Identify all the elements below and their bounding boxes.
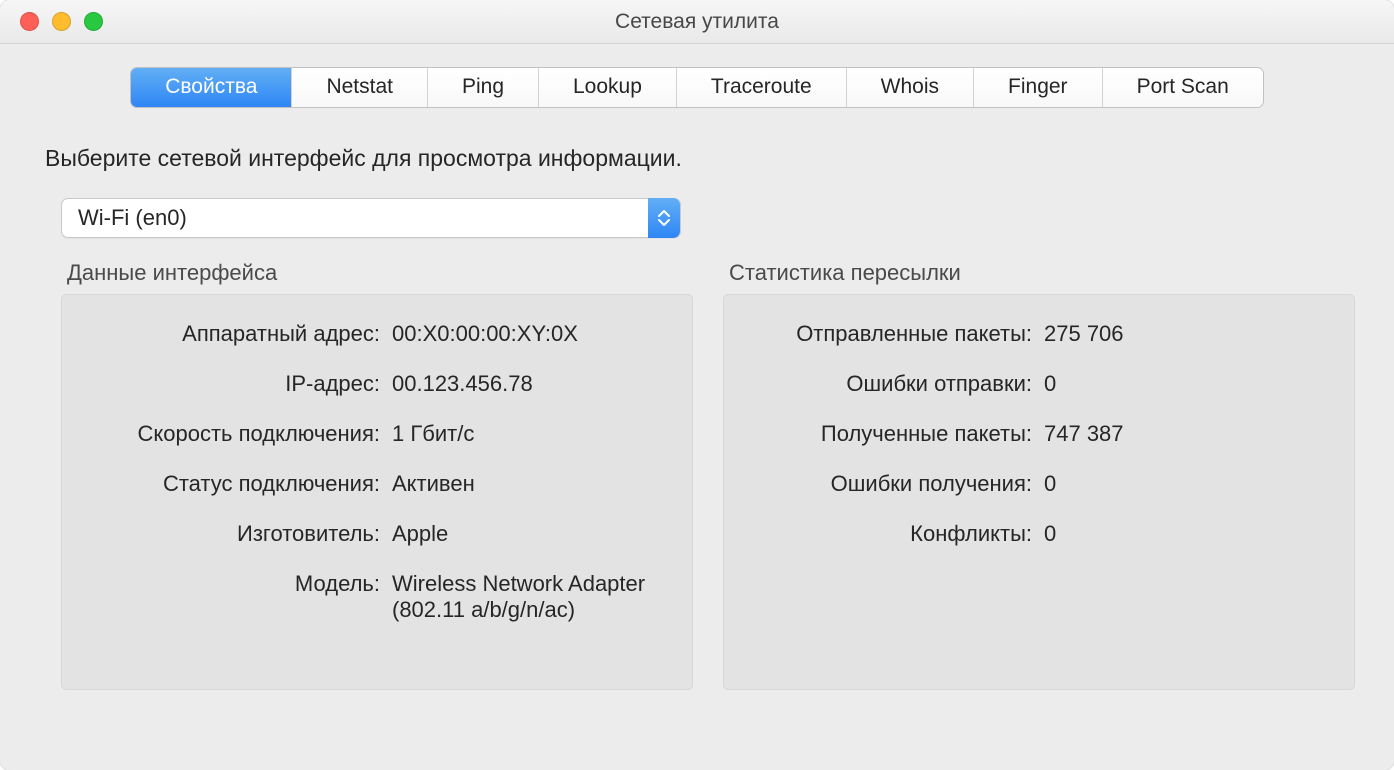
label-ipaddr: IP-адрес: bbox=[92, 371, 392, 397]
tab-ping[interactable]: Ping bbox=[428, 68, 539, 107]
label-speed: Скорость подключения: bbox=[92, 421, 392, 447]
label-hwaddr: Аппаратный адрес: bbox=[92, 321, 392, 347]
label-model: Модель: bbox=[92, 571, 392, 597]
interface-select-wrap: Wi-Fi (en0) bbox=[61, 198, 1355, 238]
value-recv-err: 0 bbox=[1044, 471, 1324, 497]
interface-select[interactable]: Wi-Fi (en0) bbox=[61, 198, 681, 238]
row-speed: Скорость подключения: 1 Гбит/с bbox=[92, 421, 662, 447]
row-send-err: Ошибки отправки: 0 bbox=[754, 371, 1324, 397]
row-hwaddr: Аппаратный адрес: 00:X0:00:00:XY:0X bbox=[92, 321, 662, 347]
interface-info-body: Аппаратный адрес: 00:X0:00:00:XY:0X IP-а… bbox=[61, 294, 693, 690]
row-status: Статус подключения: Активен bbox=[92, 471, 662, 497]
interface-info-group: Данные интерфейса Аппаратный адрес: 00:X… bbox=[61, 260, 693, 690]
row-recv: Полученные пакеты: 747 387 bbox=[754, 421, 1324, 447]
interface-select-value: Wi-Fi (en0) bbox=[62, 205, 648, 231]
tab-finger[interactable]: Finger bbox=[974, 68, 1103, 107]
value-status: Активен bbox=[392, 471, 662, 497]
tab-whois[interactable]: Whois bbox=[847, 68, 974, 107]
value-coll: 0 bbox=[1044, 521, 1324, 547]
value-hwaddr: 00:X0:00:00:XY:0X bbox=[392, 321, 662, 347]
row-ipaddr: IP-адрес: 00.123.456.78 bbox=[92, 371, 662, 397]
label-recv: Полученные пакеты: bbox=[754, 421, 1044, 447]
value-ipaddr: 00.123.456.78 bbox=[392, 371, 662, 397]
window: Сетевая утилита Свойства Netstat Ping Lo… bbox=[0, 0, 1394, 770]
window-title: Сетевая утилита bbox=[0, 10, 1394, 34]
tab-info[interactable]: Свойства bbox=[131, 68, 292, 107]
value-speed: 1 Гбит/с bbox=[392, 421, 662, 447]
tab-lookup[interactable]: Lookup bbox=[539, 68, 677, 107]
transfer-stats-title: Статистика пересылки bbox=[723, 260, 1355, 286]
maximize-icon[interactable] bbox=[84, 12, 103, 31]
row-sent: Отправленные пакеты: 275 706 bbox=[754, 321, 1324, 347]
row-vendor: Изготовитель: Apple bbox=[92, 521, 662, 547]
minimize-icon[interactable] bbox=[52, 12, 71, 31]
traffic-lights bbox=[0, 12, 103, 31]
columns: Данные интерфейса Аппаратный адрес: 00:X… bbox=[39, 260, 1355, 690]
tab-portscan[interactable]: Port Scan bbox=[1103, 68, 1263, 107]
label-vendor: Изготовитель: bbox=[92, 521, 392, 547]
label-coll: Конфликты: bbox=[754, 521, 1044, 547]
label-status: Статус подключения: bbox=[92, 471, 392, 497]
tab-bar: Свойства Netstat Ping Lookup Traceroute … bbox=[131, 68, 1263, 107]
instruction-text: Выберите сетевой интерфейс для просмотра… bbox=[39, 145, 1355, 172]
label-sent: Отправленные пакеты: bbox=[754, 321, 1044, 347]
value-vendor: Apple bbox=[392, 521, 662, 547]
label-recv-err: Ошибки получения: bbox=[754, 471, 1044, 497]
titlebar: Сетевая утилита bbox=[0, 0, 1394, 44]
tab-netstat[interactable]: Netstat bbox=[292, 68, 428, 107]
value-send-err: 0 bbox=[1044, 371, 1324, 397]
value-sent: 275 706 bbox=[1044, 321, 1324, 347]
label-send-err: Ошибки отправки: bbox=[754, 371, 1044, 397]
interface-info-title: Данные интерфейса bbox=[61, 260, 693, 286]
transfer-stats-group: Статистика пересылки Отправленные пакеты… bbox=[723, 260, 1355, 690]
window-content: Свойства Netstat Ping Lookup Traceroute … bbox=[0, 44, 1394, 770]
row-coll: Конфликты: 0 bbox=[754, 521, 1324, 547]
tab-traceroute[interactable]: Traceroute bbox=[677, 68, 847, 107]
transfer-stats-body: Отправленные пакеты: 275 706 Ошибки отпр… bbox=[723, 294, 1355, 690]
value-recv: 747 387 bbox=[1044, 421, 1324, 447]
value-model: Wireless Network Adapter (802.11 a/b/g/n… bbox=[392, 571, 662, 623]
row-recv-err: Ошибки получения: 0 bbox=[754, 471, 1324, 497]
row-model: Модель: Wireless Network Adapter (802.11… bbox=[92, 571, 662, 623]
close-icon[interactable] bbox=[20, 12, 39, 31]
chevron-up-down-icon bbox=[648, 198, 680, 238]
